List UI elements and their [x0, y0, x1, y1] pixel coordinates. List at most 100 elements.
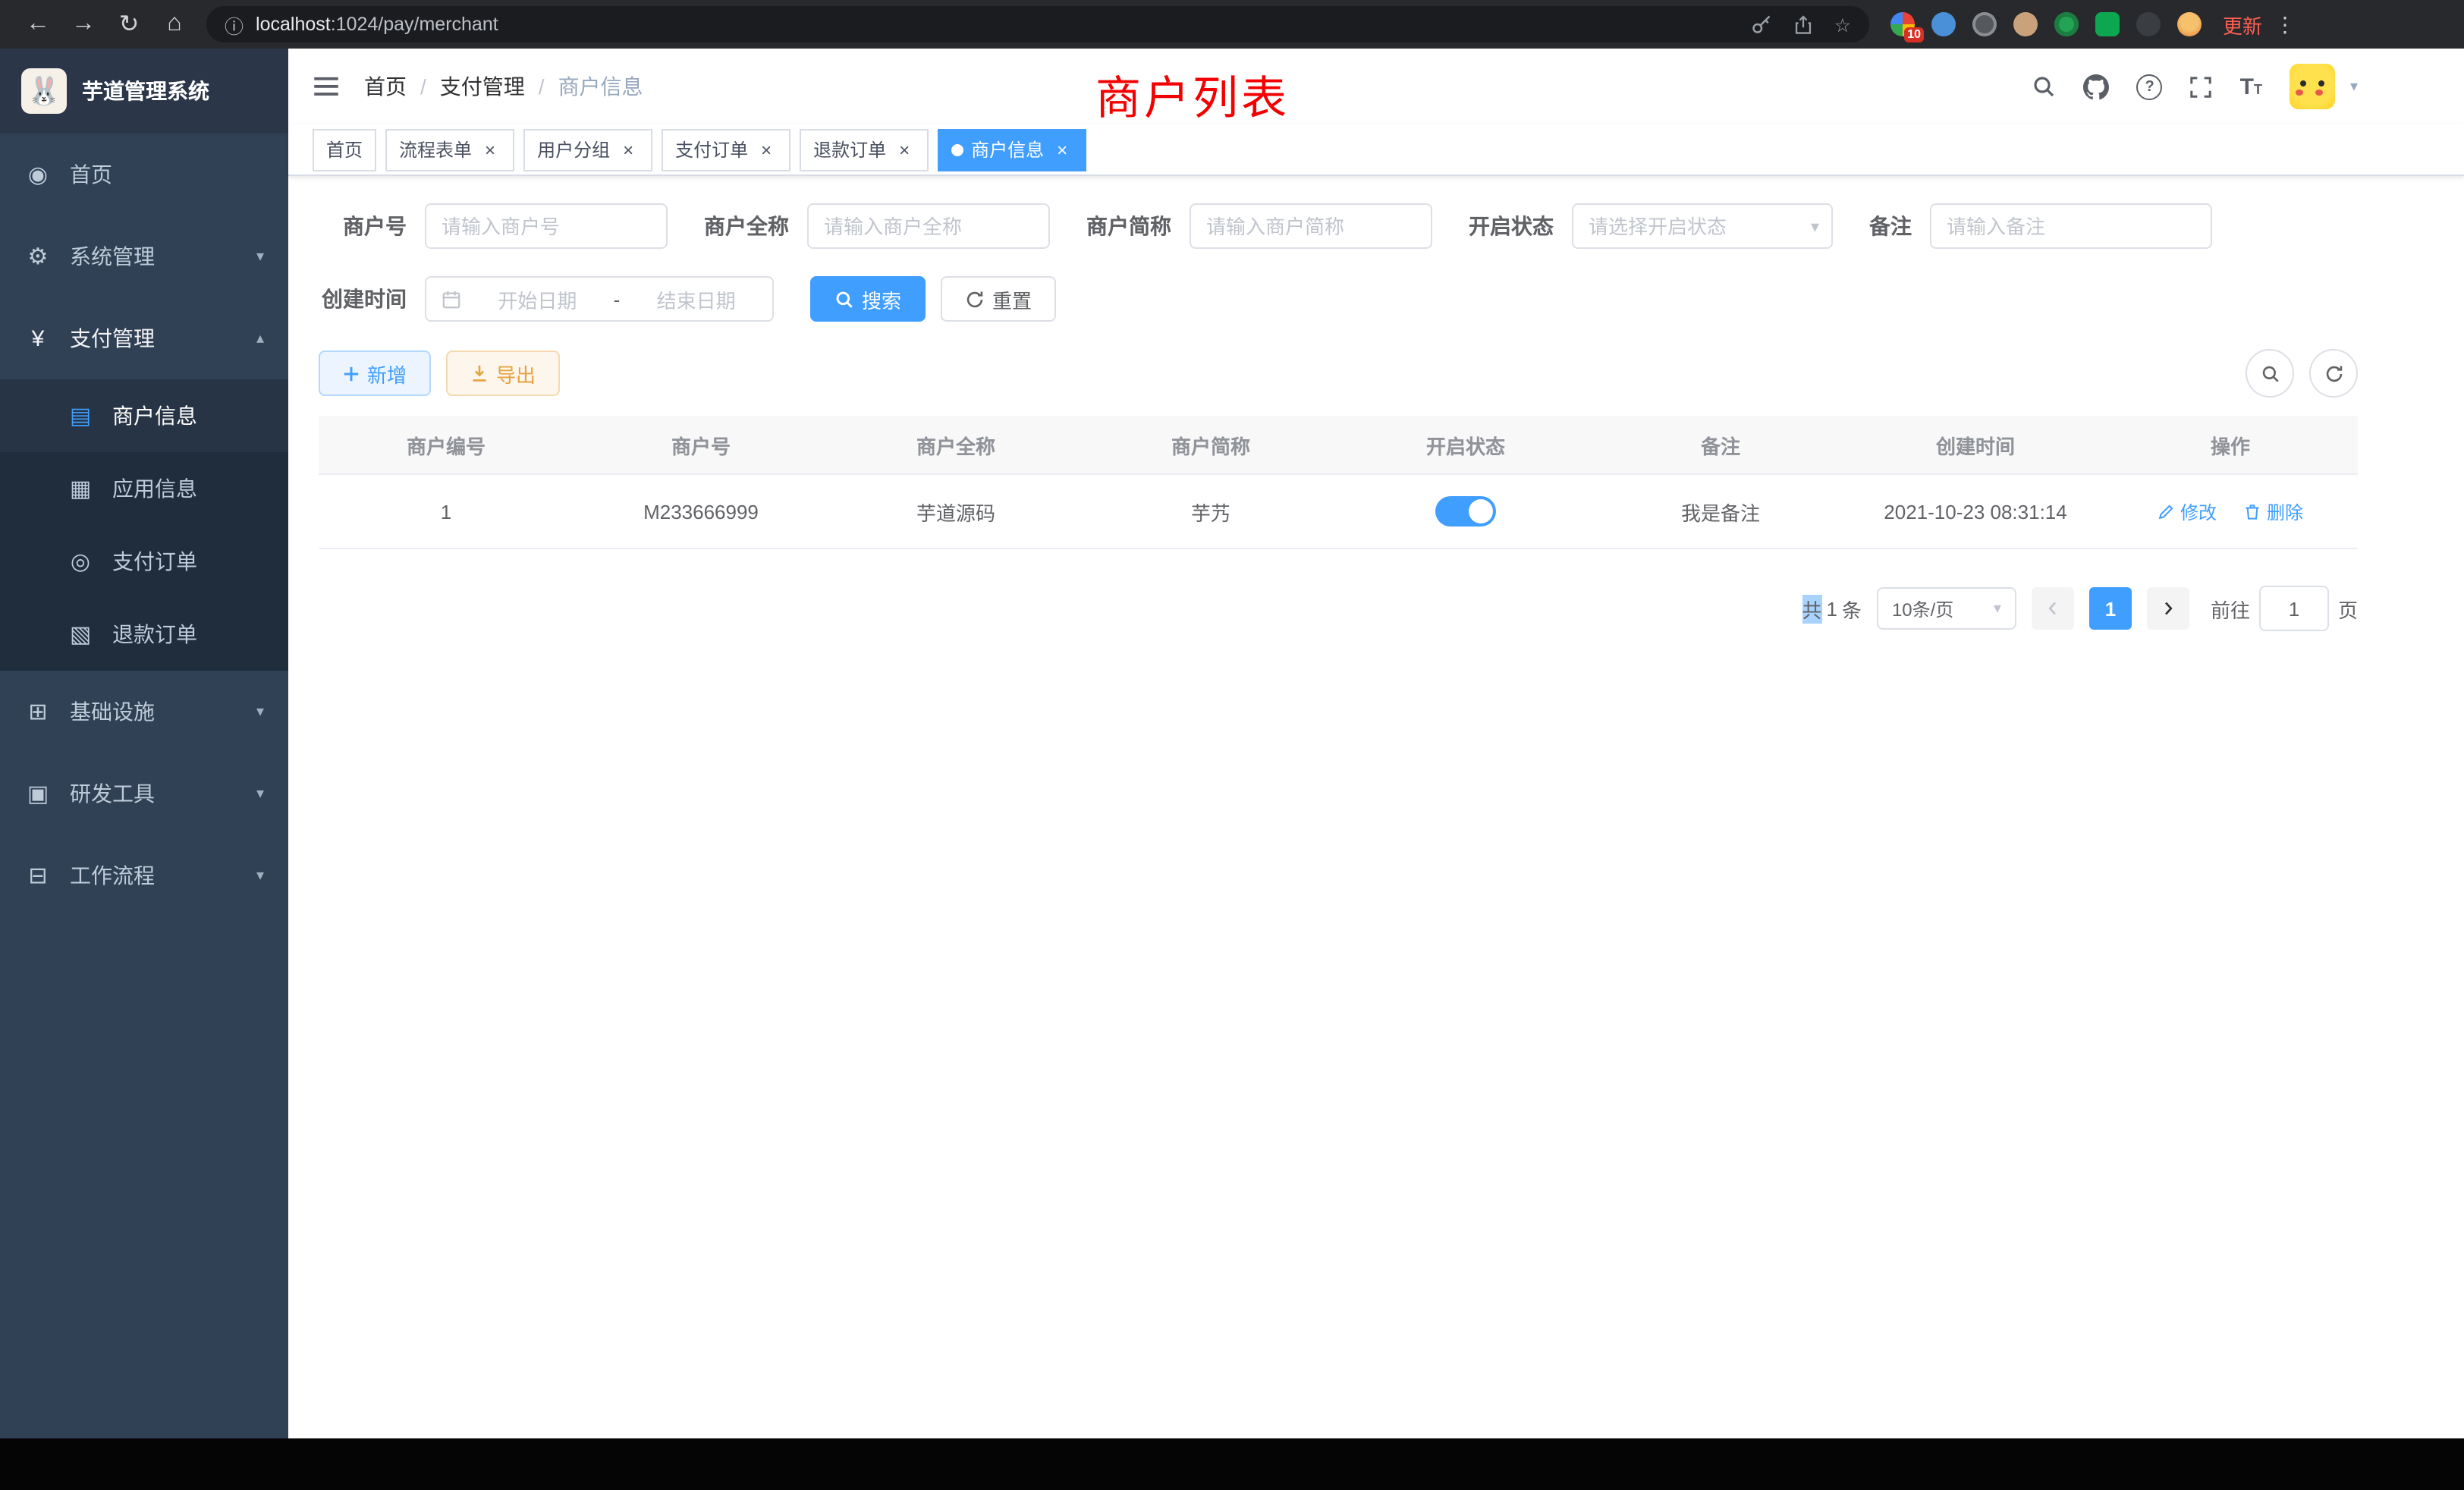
hamburger-icon[interactable] — [313, 73, 340, 100]
prev-page-button[interactable] — [2032, 587, 2074, 630]
sidebar-item-merchant-info[interactable]: ▤ 商户信息 — [0, 379, 288, 452]
edit-link[interactable]: 修改 — [2158, 498, 2217, 524]
search-button[interactable]: 搜索 — [810, 276, 926, 322]
form-item-full-name: 商户全称 — [704, 203, 1050, 249]
status-select[interactable] — [1572, 203, 1833, 249]
extension-icon-dark-puzzle[interactable] — [2136, 12, 2161, 36]
sidebar-item-home[interactable]: ◉ 首页 — [0, 134, 288, 215]
tab-user-group[interactable]: 用户分组× — [523, 128, 652, 171]
card-icon: ▤ — [67, 402, 94, 429]
full-name-input[interactable] — [807, 203, 1050, 249]
app-window: 🐰 芋道管理系统 ◉ 首页 ⚙ 系统管理 ▾ ¥ 支付管理 ▴ — [0, 49, 2464, 1438]
remark-input[interactable] — [1930, 203, 2212, 249]
close-icon[interactable]: × — [756, 139, 777, 160]
create-time-label: 创建时间 — [319, 284, 407, 314]
refresh-button[interactable] — [2309, 349, 2358, 398]
url-host: localhost — [256, 14, 331, 35]
browser-menu-icon[interactable]: ⋮ — [2274, 11, 2296, 37]
active-dot — [951, 143, 963, 156]
col-header-create-time: 创建时间 — [1848, 416, 2103, 475]
close-icon[interactable]: × — [479, 139, 501, 160]
status-toggle[interactable] — [1435, 496, 1496, 527]
breadcrumb-pay[interactable]: 支付管理 — [440, 71, 525, 102]
sidebar-item-dev-tools[interactable]: ▣ 研发工具 ▾ — [0, 753, 288, 835]
close-icon[interactable]: × — [618, 139, 639, 160]
sidebar-item-system[interactable]: ⚙ 系统管理 ▾ — [0, 215, 288, 297]
home-icon[interactable]: ⌂ — [152, 5, 197, 44]
chevron-down-icon: ▾ — [256, 867, 264, 884]
cell-no: M233666999 — [574, 475, 828, 548]
address-bar[interactable]: ⓘ localhost:1024/pay/merchant ☆ — [206, 6, 1869, 42]
reload-icon[interactable]: ↻ — [106, 5, 152, 44]
chevron-down-icon: ▾ — [256, 785, 264, 802]
extension-icon-dark-ring[interactable] — [1972, 12, 1997, 36]
delete-link[interactable]: 删除 — [2244, 498, 2303, 524]
cell-status — [1338, 475, 1593, 548]
sidebar-item-label: 支付管理 — [70, 323, 155, 354]
date-range-picker[interactable]: 开始日期 - 结束日期 — [425, 276, 774, 322]
breadcrumb-home[interactable]: 首页 — [364, 71, 407, 102]
back-icon[interactable]: ← — [15, 5, 61, 44]
cell-id: 1 — [319, 475, 574, 548]
tab-process-form[interactable]: 流程表单× — [385, 128, 514, 171]
short-name-label: 商户简称 — [1086, 211, 1171, 241]
target-icon: ◎ — [67, 548, 94, 575]
sidebar-item-workflow[interactable]: ⊟ 工作流程 ▾ — [0, 835, 288, 916]
avatar-caret-icon[interactable]: ▾ — [2350, 78, 2358, 95]
sidebar-item-label: 首页 — [70, 159, 112, 190]
forward-icon[interactable]: → — [61, 5, 106, 44]
fullscreen-icon[interactable] — [2190, 75, 2213, 98]
document-icon: ▧ — [67, 621, 94, 648]
profile-avatar-icon[interactable] — [2177, 12, 2202, 36]
page-size-select[interactable]: 10条/页 ▾ — [1877, 587, 2016, 630]
breadcrumb-current: 商户信息 — [558, 71, 643, 102]
tab-refund-order[interactable]: 退款订单× — [800, 128, 929, 171]
next-page-button[interactable] — [2147, 587, 2189, 630]
sidebar-item-app-info[interactable]: ▦ 应用信息 — [0, 452, 288, 525]
sidebar-item-label: 系统管理 — [70, 241, 155, 272]
user-avatar[interactable] — [2290, 64, 2335, 109]
help-icon[interactable]: ? — [2137, 74, 2163, 99]
extension-icon-green-square[interactable] — [2095, 12, 2120, 36]
url-text: localhost:1024/pay/merchant — [256, 14, 498, 35]
search-icon[interactable] — [2032, 74, 2057, 99]
add-button[interactable]: 新增 — [319, 350, 431, 396]
remark-label: 备注 — [1869, 211, 1912, 241]
extension-icon-blue[interactable] — [1931, 12, 1956, 36]
toggle-search-button[interactable] — [2246, 349, 2294, 398]
sidebar-item-pay-order[interactable]: ◎ 支付订单 — [0, 525, 288, 598]
extensions-puzzle-icon[interactable]: 10 — [1890, 12, 1915, 36]
sidebar-item-pay[interactable]: ¥ 支付管理 ▴ — [0, 297, 288, 379]
export-button[interactable]: 导出 — [446, 350, 560, 396]
extension-icon-avatar[interactable] — [2013, 12, 2038, 36]
tab-pay-order[interactable]: 支付订单× — [662, 128, 790, 171]
sidebar-item-refund-order[interactable]: ▧ 退款订单 — [0, 598, 288, 671]
table-row: 1 M233666999 芋道源码 芋艿 我是备注 2021-10-23 08:… — [319, 475, 2358, 548]
extension-icon-green-circle[interactable] — [2054, 12, 2079, 36]
close-icon[interactable]: × — [894, 139, 915, 160]
bookmark-star-icon[interactable]: ☆ — [1834, 13, 1851, 36]
merchant-no-input[interactable] — [425, 203, 668, 249]
sidebar-item-infra[interactable]: ⊞ 基础设施 ▾ — [0, 671, 288, 753]
site-info-icon[interactable]: ⓘ — [225, 10, 244, 39]
reset-button[interactable]: 重置 — [941, 276, 1056, 322]
annotation-title: 商户列表 — [1095, 61, 1290, 127]
goto-page-input[interactable] — [2259, 586, 2329, 631]
navbar-actions: ? TT ▾ — [2032, 64, 2358, 109]
sidebar-item-label: 基础设施 — [70, 696, 155, 727]
font-size-icon[interactable]: TT — [2240, 74, 2262, 99]
browser-toolbar: ← → ↻ ⌂ ⓘ localhost:1024/pay/merchant ☆ … — [0, 0, 2464, 49]
tab-merchant-info[interactable]: 商户信息× — [938, 128, 1086, 171]
page-number-button[interactable]: 1 — [2089, 587, 2132, 630]
full-name-label: 商户全称 — [704, 211, 789, 241]
chrome-update-button[interactable]: 更新 — [2223, 10, 2262, 39]
app-logo[interactable]: 🐰 芋道管理系统 — [0, 49, 288, 134]
short-name-input[interactable] — [1190, 203, 1432, 249]
tab-home[interactable]: 首页 — [313, 128, 376, 171]
share-icon[interactable] — [1793, 14, 1813, 34]
github-icon[interactable] — [2084, 74, 2110, 99]
password-key-icon[interactable] — [1751, 14, 1772, 35]
close-icon[interactable]: × — [1051, 139, 1073, 160]
form-item-remark: 备注 — [1869, 203, 2212, 249]
table-tools — [2246, 349, 2358, 398]
